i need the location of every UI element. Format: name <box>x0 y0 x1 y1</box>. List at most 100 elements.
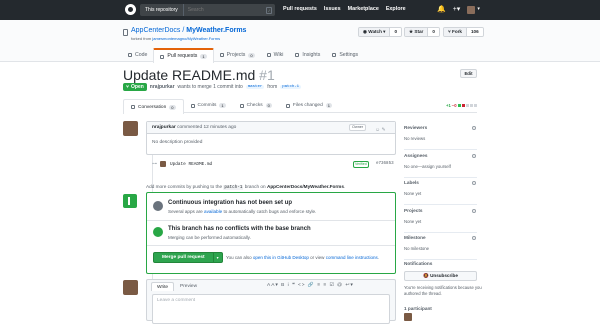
sidebar-reviewers-header[interactable]: Reviewers <box>404 125 427 130</box>
merge-box: Continuous integration has not been set … <box>146 192 396 274</box>
merge-pull-request-button[interactable]: Merge pull request <box>154 253 214 262</box>
star-count[interactable]: 0 <box>428 28 439 36</box>
status-badge: ⑂ Open <box>123 83 147 91</box>
ci-available-link[interactable]: available <box>204 209 222 214</box>
chevron-down-icon[interactable]: ▾ <box>477 5 480 14</box>
conflict-title: This branch has no conflicts with the ba… <box>168 226 311 232</box>
tab-files-changed[interactable]: Files changed 1 <box>279 99 339 112</box>
gear-icon[interactable] <box>472 181 476 185</box>
deletions-count: −0 <box>451 103 457 108</box>
tab-pull-requests-label: Pull requests <box>167 53 198 59</box>
head-branch[interactable]: patch-1 <box>280 85 302 89</box>
search-scope-label: This repository <box>140 4 184 16</box>
nav-pull-requests[interactable]: Pull requests <box>283 6 317 12</box>
comment-header: nrajpurkar commented 12 minutes ago Owne… <box>147 122 395 134</box>
merge-alt-text: . <box>377 255 379 260</box>
watch-button[interactable]: ◉ Watch ▾ <box>359 28 391 36</box>
search-input[interactable] <box>183 7 266 13</box>
tab-commits[interactable]: Commits 1 <box>184 99 233 112</box>
repo-tabs: Code Pull requests 1 Projects 0 Wiki Insig… <box>122 48 364 63</box>
bell-icon[interactable]: 🔔 <box>437 5 446 14</box>
base-branch[interactable]: master <box>245 85 265 89</box>
tab-conversation-count: 0 <box>169 104 176 110</box>
check-icon <box>153 227 163 237</box>
tab-wiki[interactable]: Wiki <box>261 48 290 62</box>
avatar[interactable] <box>123 280 138 295</box>
tab-conversation[interactable]: Conversation 0 <box>123 99 184 114</box>
avatar[interactable] <box>404 313 412 321</box>
gear-icon[interactable] <box>472 154 476 158</box>
repo-forked-icon <box>123 29 128 36</box>
tab-write[interactable]: Write <box>151 282 175 291</box>
tab-insights-label: Insights <box>302 51 321 58</box>
sidebar-labels-value: None yet <box>404 191 422 196</box>
plus-dropdown-icon[interactable]: +▾ <box>453 5 461 14</box>
chevron-down-icon[interactable]: ▾ <box>214 253 222 262</box>
file-diff-icon <box>285 103 290 108</box>
edit-button[interactable]: Edit <box>460 69 477 78</box>
sidebar-projects-header[interactable]: Projects <box>404 208 423 213</box>
forked-from-link[interactable]: jamesmontemagno/MyWeather.Forms <box>152 36 220 41</box>
participants-header: 1 participant <box>404 306 432 311</box>
watch-count[interactable]: 0 <box>390 28 402 36</box>
comment-textarea[interactable]: Leave a comment <box>152 294 390 324</box>
nav-explore[interactable]: Explore <box>386 6 406 12</box>
notifications-header: Notifications <box>404 261 433 266</box>
tab-settings[interactable]: Settings <box>326 48 364 62</box>
commit-message-link[interactable]: Update README.md <box>170 162 212 167</box>
repo-owner-link[interactable]: AppCenterDocs <box>131 27 180 34</box>
pr-tabs: Conversation 0 Commits 1 Checks 0 Files cha… <box>123 99 477 114</box>
fork-button-group: ⑂ Fork 106 <box>443 27 484 37</box>
fork-count[interactable]: 106 <box>467 28 483 36</box>
sidebar-assignees-value[interactable]: No one—assign yourself <box>404 164 451 169</box>
nav-issues[interactable]: Issues <box>324 6 341 12</box>
avatar[interactable] <box>467 5 476 14</box>
commit-icon: ⊶ <box>152 161 157 167</box>
avatar[interactable] <box>123 121 138 136</box>
ci-subtitle: Several apps are available to automatica… <box>168 209 316 214</box>
watch-button-group: ◉ Watch ▾ 0 <box>358 27 403 37</box>
push-hint: Add more commits by pushing to the patch… <box>146 184 345 190</box>
tab-checks[interactable]: Checks 0 <box>233 99 279 112</box>
nav-marketplace[interactable]: Marketplace <box>348 6 379 12</box>
owner-badge: Owner <box>349 124 367 131</box>
gear-icon[interactable] <box>472 209 476 213</box>
project-icon <box>219 53 224 57</box>
new-comment-box: Write Preview AA▾ B i ❝ <> 🔗 ≡ ≡ ☑ @ ↩▾ … <box>146 279 396 324</box>
sidebar-assignees-header[interactable]: Assignees <box>404 153 427 158</box>
commit-sha-link[interactable]: e736853 <box>376 162 394 166</box>
pr-status-row: ⑂ Open nrajpurkar wants to merge 1 commit… <box>123 83 302 91</box>
github-logo-icon[interactable] <box>125 4 136 15</box>
gear-icon[interactable] <box>472 236 476 240</box>
global-header: This repository / Pull requests Issues M… <box>0 0 600 20</box>
open-desktop-link[interactable]: open this in GitHub Desktop <box>253 255 309 260</box>
tab-projects[interactable]: Projects 0 <box>214 48 261 62</box>
markdown-toolbar[interactable]: AA▾ B i ❝ <> 🔗 ≡ ≡ ☑ @ ↩▾ <box>267 283 354 288</box>
star-button[interactable]: ★ Star <box>405 28 429 36</box>
tab-pull-requests[interactable]: Pull requests 1 <box>153 48 214 63</box>
sidebar-milestone-header[interactable]: Milestone <box>404 235 426 240</box>
tab-preview[interactable]: Preview <box>175 282 202 291</box>
diffstat-block <box>469 104 473 107</box>
fork-button[interactable]: ⑂ Fork <box>444 28 467 36</box>
command-line-link[interactable]: command line instructions <box>326 255 378 260</box>
sidebar-labels-header[interactable]: Labels <box>404 180 419 185</box>
hint-text: branch on <box>244 184 266 189</box>
forked-prefix: forked from <box>131 36 153 41</box>
gear-icon[interactable] <box>472 126 476 130</box>
sidebar-reviewers: Reviewers No reviews <box>404 125 477 150</box>
tab-code[interactable]: Code <box>122 48 153 62</box>
search-bar[interactable]: This repository / <box>140 4 275 16</box>
tab-insights[interactable]: Insights <box>289 48 326 62</box>
avatar[interactable] <box>160 161 166 167</box>
ci-status-row: Continuous integration has not been set … <box>147 193 395 221</box>
repo-name-link[interactable]: MyWeather.Forms <box>186 27 246 34</box>
pr-author-link[interactable]: nrajpurkar <box>150 84 175 90</box>
unsubscribe-button[interactable]: 🔕 Unsubscribe <box>404 271 477 281</box>
verified-badge[interactable]: Verified <box>353 161 369 168</box>
comment-time[interactable]: commented 12 minutes ago <box>177 125 236 130</box>
status-badge-label: Open <box>131 84 144 90</box>
reaction-edit-icon[interactable]: ☺ ✎ <box>375 125 386 136</box>
comment-author-link[interactable]: nrajpurkar <box>152 125 176 130</box>
checklist-icon <box>239 103 244 108</box>
